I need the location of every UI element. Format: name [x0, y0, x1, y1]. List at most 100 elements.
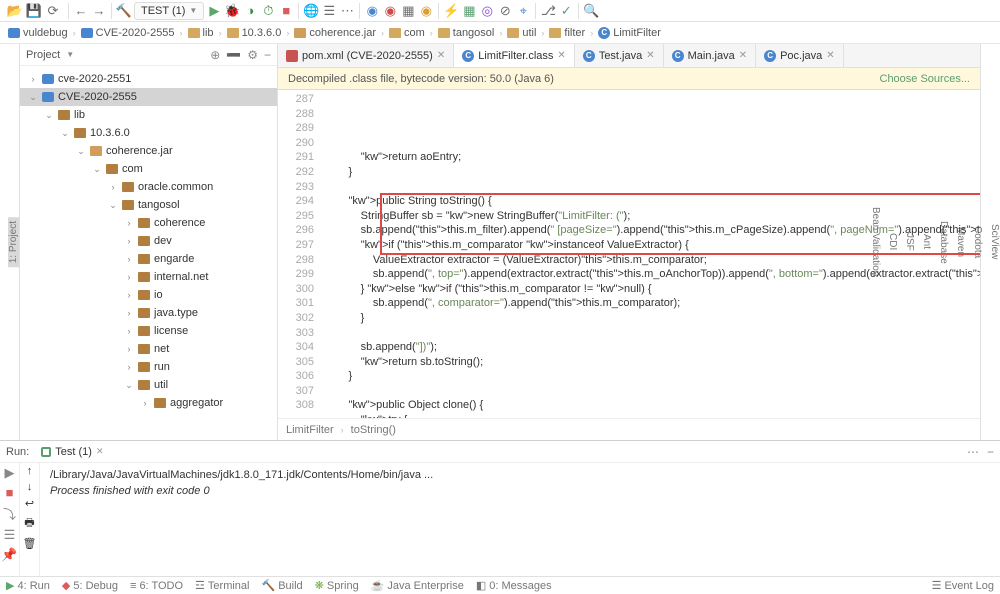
- chevron-icon[interactable]: ›: [124, 290, 134, 300]
- code-line[interactable]: [324, 180, 980, 195]
- chevron-icon[interactable]: ⌄: [28, 92, 38, 103]
- chevron-icon[interactable]: ›: [124, 344, 134, 354]
- tree-item[interactable]: ›license: [20, 322, 277, 340]
- code-line[interactable]: [324, 326, 980, 341]
- code-content[interactable]: "kw">return aoEntry; } "kw">public Strin…: [320, 90, 980, 418]
- trash-icon[interactable]: 🗑: [23, 537, 37, 550]
- chevron-icon[interactable]: ›: [108, 182, 118, 192]
- close-icon[interactable]: ✕: [437, 50, 445, 61]
- breadcrumb-item[interactable]: coherence.jar: [292, 27, 378, 39]
- chevron-icon[interactable]: ›: [124, 254, 134, 264]
- tool-project[interactable]: 1: Project: [8, 217, 19, 267]
- run-tab[interactable]: Test (1) ✕: [37, 446, 107, 458]
- status-item[interactable]: ☕Java Enterprise: [371, 579, 464, 592]
- code-line[interactable]: }: [324, 311, 980, 326]
- chevron-icon[interactable]: ›: [124, 326, 134, 336]
- wrap-icon[interactable]: ↩: [25, 497, 34, 510]
- tool-structure[interactable]: 7: Structure: [0, 376, 2, 436]
- code-line[interactable]: sb.append(", top=").append(extractor.ext…: [324, 267, 980, 282]
- breadcrumb-item[interactable]: vuldebug: [6, 27, 70, 39]
- hide-icon[interactable]: −: [987, 445, 994, 459]
- tree-item[interactable]: ⌄util: [20, 376, 277, 394]
- gear-icon[interactable]: ⚙: [247, 48, 258, 62]
- tree-item[interactable]: ›io: [20, 286, 277, 304]
- code-line[interactable]: }: [324, 165, 980, 180]
- chevron-icon[interactable]: ›: [124, 272, 134, 282]
- tree-item[interactable]: ›aggregator: [20, 394, 277, 412]
- chevron-icon[interactable]: ⌄: [124, 380, 134, 391]
- forward-icon[interactable]: →: [91, 3, 107, 19]
- status-item[interactable]: 🔨Build: [262, 579, 303, 592]
- print-icon[interactable]: 🖶: [24, 514, 34, 533]
- app-icon-8[interactable]: ⊘: [497, 3, 513, 19]
- layout-icon[interactable]: ☰: [4, 527, 16, 543]
- tree-item[interactable]: ›java.type: [20, 304, 277, 322]
- chevron-icon[interactable]: ⌄: [76, 146, 86, 157]
- run-output[interactable]: /Library/Java/JavaVirtualMachines/jdk1.8…: [40, 463, 1000, 576]
- collapse-icon[interactable]: ➖: [226, 48, 241, 62]
- code-line[interactable]: "kw">if ("this">this.m_comparator "kw">i…: [324, 238, 980, 253]
- editor-tab[interactable]: CLimitFilter.class✕: [454, 44, 575, 67]
- chevron-down-icon[interactable]: ▼: [66, 50, 74, 59]
- tool-sciview[interactable]: SciView: [989, 220, 1000, 263]
- hammer-icon[interactable]: 🔨: [116, 3, 132, 19]
- tree-item[interactable]: ›cve-2020-2551: [20, 70, 277, 88]
- tree-item[interactable]: ›internal.net: [20, 268, 277, 286]
- editor-tab[interactable]: CPoc.java✕: [756, 44, 844, 67]
- app-icon-4[interactable]: ◉: [418, 3, 434, 19]
- breadcrumb-item[interactable]: com: [387, 27, 427, 39]
- code-line[interactable]: sb.append("this">this.m_filter).append("…: [324, 223, 980, 238]
- breadcrumb-item[interactable]: tangosol: [436, 27, 497, 39]
- code-line[interactable]: }: [324, 369, 980, 384]
- code-line[interactable]: sb.append("])");: [324, 340, 980, 355]
- breadcrumb-item[interactable]: lib: [186, 27, 216, 39]
- git-icon[interactable]: ⎇: [540, 3, 556, 19]
- tree-item[interactable]: ›dev: [20, 232, 277, 250]
- save-icon[interactable]: 💾: [26, 3, 42, 19]
- tree-item[interactable]: ›engarde: [20, 250, 277, 268]
- hide-icon[interactable]: −: [264, 48, 271, 62]
- editor-tab[interactable]: pom.xml (CVE-2020-2555)✕: [278, 44, 454, 67]
- code-line[interactable]: "kw">try {: [324, 413, 980, 418]
- breadcrumb-item[interactable]: filter: [547, 27, 587, 39]
- chevron-icon[interactable]: ›: [124, 308, 134, 318]
- gear-icon[interactable]: ⋯: [967, 445, 979, 459]
- close-icon[interactable]: ✕: [826, 50, 834, 61]
- chevron-icon[interactable]: ›: [28, 74, 38, 84]
- close-icon[interactable]: ✕: [646, 50, 654, 61]
- breadcrumb-item[interactable]: CLimitFilter: [596, 27, 663, 39]
- rerun-icon[interactable]: ▶: [5, 465, 15, 481]
- tree-item[interactable]: ⌄tangosol: [20, 196, 277, 214]
- browser-icon[interactable]: 🌐: [303, 3, 319, 19]
- tree-item[interactable]: ›net: [20, 340, 277, 358]
- code-line[interactable]: "kw">public String toString() {: [324, 194, 980, 209]
- open-icon[interactable]: 📂: [7, 3, 23, 19]
- chevron-icon[interactable]: ⌄: [92, 164, 102, 175]
- debug-icon[interactable]: 🐞: [224, 3, 240, 19]
- code-line[interactable]: "kw">public Object clone() {: [324, 398, 980, 413]
- refresh-icon[interactable]: ⟳: [45, 3, 61, 19]
- indent-icon[interactable]: ☰: [321, 3, 337, 19]
- code-line[interactable]: "kw">return sb.toString();: [324, 355, 980, 370]
- status-item[interactable]: ≡6: TODO: [130, 580, 183, 592]
- tree-item[interactable]: ⌄com: [20, 160, 277, 178]
- back-icon[interactable]: ←: [73, 3, 89, 19]
- app-icon-7[interactable]: ◎: [479, 3, 495, 19]
- status-item[interactable]: ❋Spring: [315, 579, 359, 592]
- choose-sources-link[interactable]: Choose Sources...: [880, 73, 971, 85]
- breadcrumb-item[interactable]: util: [505, 27, 538, 39]
- down-icon[interactable]: ↓: [27, 481, 33, 493]
- stop-icon[interactable]: ■: [6, 485, 14, 500]
- up-icon[interactable]: ↑: [27, 465, 33, 477]
- close-icon[interactable]: ✕: [739, 50, 747, 61]
- app-icon-1[interactable]: ◉: [364, 3, 380, 19]
- crumb[interactable]: LimitFilter: [286, 424, 334, 436]
- tree-item[interactable]: ⌄10.3.6.0: [20, 124, 277, 142]
- tree-item[interactable]: ›oracle.common: [20, 178, 277, 196]
- stop-icon[interactable]: ■: [278, 3, 294, 19]
- code-line[interactable]: [324, 136, 980, 151]
- chevron-icon[interactable]: ›: [124, 218, 134, 228]
- editor-tab[interactable]: CTest.java✕: [575, 44, 664, 67]
- code-line[interactable]: ValueExtractor extractor = (ValueExtract…: [324, 253, 980, 268]
- search-icon[interactable]: 🔍: [583, 3, 599, 19]
